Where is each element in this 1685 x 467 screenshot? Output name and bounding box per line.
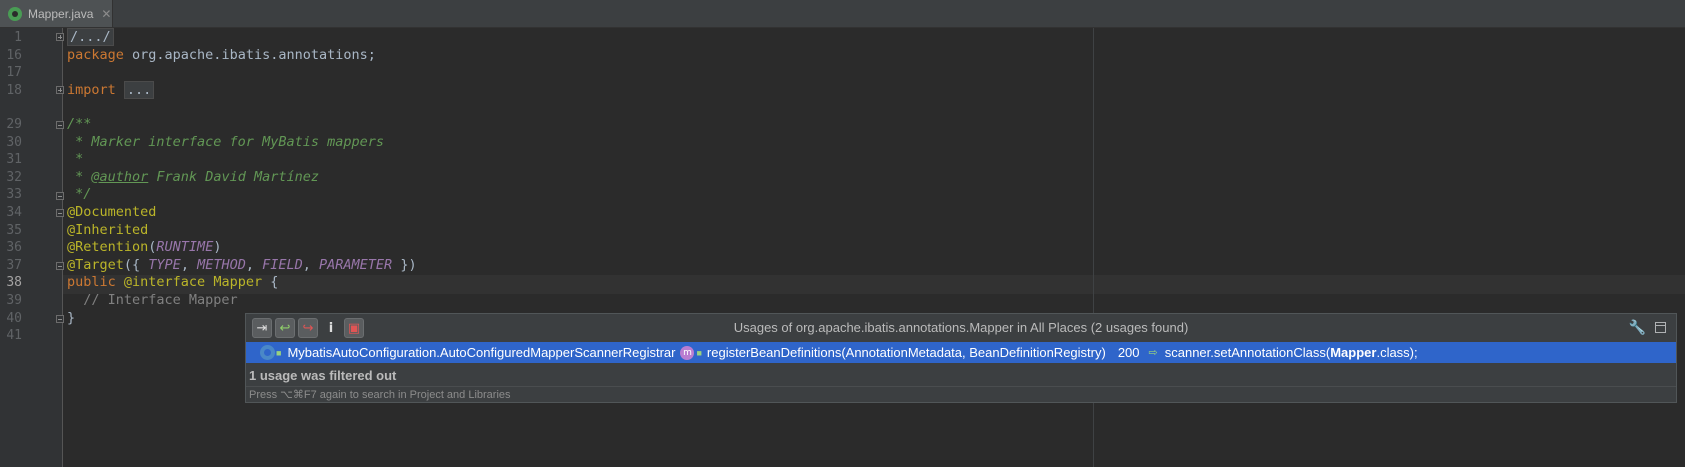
line-number: 18 (6, 82, 22, 98)
line-number: 17 (6, 65, 22, 81)
close-icon[interactable]: ✕ (101, 7, 111, 21)
line-number: 35 (6, 222, 22, 238)
code-line-1: /.../ (67, 28, 114, 47)
tab-mapper-java[interactable]: Mapper.java ✕ (0, 0, 113, 27)
interface-name[interactable]: Mapper (205, 274, 262, 290)
line-number-gutter: 1 16 17 18 29 30 31 32 33 34 35 36 37 38… (0, 28, 64, 467)
next-occurrence-button[interactable]: ↪ (298, 318, 318, 338)
usage-result-row[interactable]: ■ MybatisAutoConfiguration.AutoConfigure… (246, 342, 1676, 363)
line-number-current: 38 (6, 275, 22, 291)
annotation-name: @Retention (67, 239, 149, 256)
access-icon: ■ (276, 347, 282, 358)
code-line-29: /** (67, 116, 92, 132)
open-in-window-icon[interactable] (1655, 322, 1666, 333)
code-line-40: } (67, 309, 76, 326)
usage-method: registerBeanDefinitions(AnnotationMetada… (706, 345, 1106, 360)
usage-arrow-icon: ⇨ (1148, 347, 1158, 359)
javadoc-tag: @author (91, 168, 149, 185)
popup-divider (246, 386, 1676, 387)
interface-keyword: @interface (115, 274, 206, 291)
code-line-34: @Documented (67, 204, 157, 220)
public-keyword: public (67, 274, 116, 291)
class-icon (260, 345, 275, 360)
folded-imports[interactable]: ... (123, 80, 155, 99)
info-icon: i (328, 320, 334, 336)
popup-hint: Press ⌥⌘F7 again to search in Project an… (249, 389, 511, 401)
code-line-39: // Interface Mapper (67, 292, 238, 308)
usage-code-suffix: .class); (1376, 345, 1418, 360)
package-keyword: package (67, 46, 124, 63)
paren: ) (213, 239, 222, 256)
enum-constant: TYPE (148, 256, 181, 273)
line-number: 41 (6, 328, 22, 344)
package-name: org.apache.ibatis.annotations; (123, 46, 376, 63)
access-icon: ■ (696, 347, 702, 358)
line-number: 30 (6, 134, 22, 150)
tab-label: Mapper.java (28, 6, 94, 21)
previous-icon: ↩ (279, 320, 291, 336)
code-line-36: @Retention(RUNTIME) (67, 238, 221, 257)
line-number: 39 (6, 293, 22, 308)
usage-code-match: Mapper (1330, 345, 1377, 360)
line-number: 37 (6, 257, 22, 273)
brace: }) (392, 256, 417, 273)
previous-occurrence-button[interactable]: ↩ (275, 318, 295, 338)
code-line-35: @Inherited (67, 221, 149, 238)
usage-code-prefix: scanner.setAnnotationClass( (1164, 345, 1331, 360)
usage-line-number: 200 (1117, 345, 1140, 360)
popup-title: Usages of org.apache.ibatis.annotations.… (733, 320, 1189, 335)
code-line-18: import ... (67, 80, 155, 100)
filter-icon: ▣ (347, 320, 361, 336)
method-icon: m (680, 345, 695, 360)
line-number: 1 (14, 30, 22, 45)
line-number: 31 (6, 152, 22, 168)
doc-author: Frank David Martínez (148, 168, 319, 185)
folded-header[interactable]: /.../ (67, 28, 114, 46)
line-number: 29 (6, 117, 22, 132)
popup-header: Usages of org.apache.ibatis.annotations.… (246, 314, 1676, 342)
line-number: 33 (6, 187, 22, 203)
code-line-37: @Target({ TYPE, METHOD, FIELD, PARAMETER… (67, 256, 417, 275)
code-line-32: * @author Frank David Martínez (67, 168, 319, 187)
enum-constant: METHOD (197, 256, 246, 273)
enum-constant: RUNTIME (156, 239, 214, 256)
code-line-38: public @interface Mapper { (67, 273, 278, 292)
annotation-name: @Target (67, 256, 124, 273)
separator: , (245, 256, 263, 273)
brace: ({ (123, 256, 149, 273)
line-number: 36 (6, 240, 22, 256)
interface-icon (8, 6, 22, 21)
settings-wrench-icon[interactable]: 🔧 (1629, 319, 1646, 336)
code-line-16: package org.apache.ibatis.annotations; (67, 46, 376, 65)
next-icon: ↪ (302, 320, 314, 336)
line-number: 40 (6, 310, 22, 326)
current-line-highlight (63, 275, 1685, 294)
filtered-note: 1 usage was filtered out (249, 368, 397, 383)
code-line-31: * (67, 151, 84, 168)
code-line-30: * Marker interface for MyBatis mappers (67, 133, 384, 150)
merge-icon: ⇥ (256, 320, 268, 336)
line-number: 34 (6, 205, 22, 220)
filter-button[interactable]: ▣ (344, 318, 364, 338)
import-keyword: import (67, 81, 116, 98)
doc-prefix: * (67, 168, 92, 185)
editor-tab-bar: Mapper.java ✕ (0, 0, 1685, 28)
enum-constant: FIELD (262, 256, 303, 273)
brace: { (262, 274, 279, 291)
info-button[interactable]: i (321, 318, 341, 338)
usage-class-name: MybatisAutoConfiguration.AutoConfiguredM… (287, 345, 676, 360)
separator: , (302, 256, 320, 273)
merge-button[interactable]: ⇥ (252, 318, 272, 338)
code-line-33: */ (67, 186, 92, 203)
enum-constant: PARAMETER (319, 256, 393, 273)
line-number: 16 (6, 47, 22, 63)
find-usages-popup: Usages of org.apache.ibatis.annotations.… (245, 313, 1677, 403)
separator: , (180, 256, 198, 273)
line-number: 32 (6, 169, 22, 185)
